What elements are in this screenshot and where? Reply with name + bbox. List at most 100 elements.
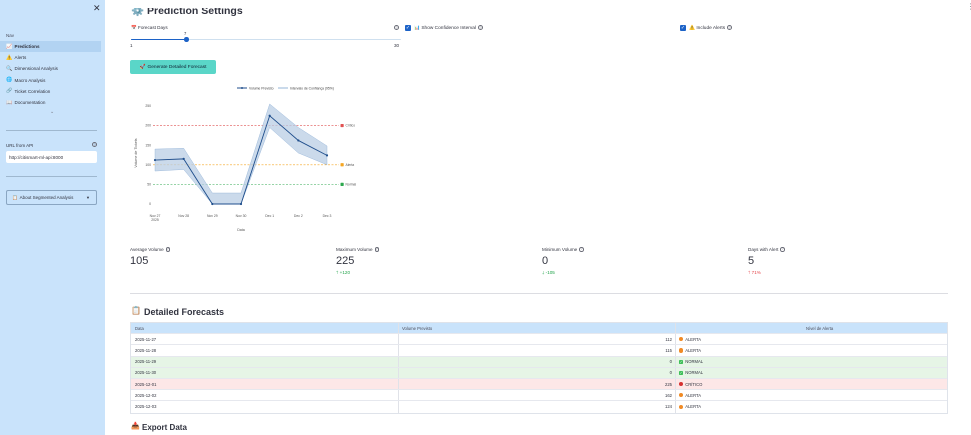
- slider-max-label: 30: [394, 43, 400, 48]
- data-point: [297, 139, 300, 142]
- cell-date: 2025-11-28: [131, 345, 399, 356]
- forecast-days-slider-fill: [131, 38, 186, 40]
- clipboard-icon: 📋: [131, 306, 141, 315]
- y-axis-label: Volume de Tickets: [134, 138, 138, 167]
- cell-volume: 115: [399, 345, 676, 356]
- cell-alert-level: ALERTA: [676, 334, 947, 344]
- cell-volume: 124: [399, 401, 676, 413]
- warning-icon: ⚠️: [6, 54, 13, 61]
- rocket-icon: 🚀: [139, 64, 146, 70]
- threshold-label: Crítico: [346, 124, 356, 128]
- inbox-tray-icon: 📥: [131, 423, 140, 430]
- metric-label: Maximum Volume: [336, 247, 373, 252]
- column-header-volume[interactable]: Volume Previsto: [399, 323, 676, 334]
- cell-alert-level: CRÍTICO: [676, 379, 947, 389]
- link-icon: 🔗: [6, 88, 13, 95]
- green-check-icon: ✓: [679, 370, 684, 375]
- table-row[interactable]: 2025-12-01 225 CRÍTICO: [131, 378, 947, 391]
- cell-date: 2025-11-30: [131, 367, 399, 378]
- expander-label: About Segmented Analysis: [19, 195, 74, 200]
- orange-circle-icon: [679, 348, 684, 353]
- sidebar-item-dimensional-analysis[interactable]: 🔍 Dimensional Analysis: [0, 63, 101, 74]
- forecast-days-label: 📅 Forecast Days: [131, 25, 168, 30]
- sidebar-item-predictions[interactable]: 📈 Predictions: [0, 41, 101, 53]
- table-row[interactable]: 2025-12-02 162 ALERTA: [131, 390, 947, 402]
- clipboard-icon: 📋: [12, 194, 18, 200]
- x-tick-label: Dec 2: [294, 214, 303, 218]
- sidebar-item-label: Documentation: [14, 100, 46, 106]
- y-tick-label: 100: [145, 163, 151, 167]
- main-menu-icon[interactable]: ⋮: [967, 2, 971, 11]
- threshold-label: Normal: [346, 183, 357, 187]
- help-icon[interactable]: ?: [727, 25, 732, 30]
- help-icon[interactable]: ?: [165, 247, 171, 252]
- help-icon[interactable]: ?: [780, 247, 785, 252]
- cell-alert-level: ALERTA: [676, 390, 947, 400]
- x-axis-label: Data: [237, 228, 245, 232]
- help-icon[interactable]: ?: [374, 247, 380, 252]
- metric-days-with-alert: Days with Alert? 5 🡑 71%: [748, 247, 785, 277]
- threshold-marker: [340, 123, 344, 128]
- y-tick-label: 150: [145, 143, 151, 147]
- globe-icon: 🌐: [6, 77, 13, 84]
- table-row[interactable]: 2025-11-28 115 ALERTA: [131, 345, 947, 357]
- metric-minimum-volume: Minimum Volume? 0 🡓 -105: [542, 247, 584, 277]
- green-check-icon: ✓: [679, 359, 684, 364]
- column-header-date[interactable]: Data: [131, 323, 399, 334]
- help-icon[interactable]: ?: [579, 247, 584, 252]
- api-url-input[interactable]: [6, 151, 97, 163]
- show-confidence-interval-checkbox[interactable]: ✓: [405, 25, 411, 31]
- confidence-interval-band: [154, 103, 328, 205]
- table-row[interactable]: 2025-11-30 0 ✓ NORMAL: [131, 367, 947, 379]
- include-alerts-checkbox[interactable]: ✓: [680, 25, 686, 31]
- metric-label: Average Volume: [130, 247, 164, 252]
- help-icon[interactable]: ?: [478, 25, 483, 30]
- x-tick-label: 2025: [151, 218, 159, 222]
- metric-label: Days with Alert: [748, 247, 779, 252]
- sidebar-item-label: Dimensional Analysis: [14, 66, 58, 72]
- cell-date: 2025-11-27: [131, 334, 399, 345]
- cell-date: 2025-12-01: [131, 378, 399, 390]
- forecast-days-slider-thumb[interactable]: [184, 37, 189, 42]
- data-point: [268, 114, 271, 117]
- magnifier-icon: 🔍: [6, 65, 13, 72]
- book-icon: 📖: [6, 99, 13, 106]
- detailed-forecasts-table[interactable]: Data Volume Previsto Nível de Alerta 202…: [130, 322, 948, 414]
- legend-label: Intervalo de Confiança (95%): [290, 86, 334, 90]
- cell-alert-level: ALERTA: [676, 345, 947, 355]
- cell-volume: 0: [399, 356, 676, 367]
- cell-date: 2025-12-02: [131, 390, 399, 401]
- cell-alert-level: ✓ NORMAL: [679, 359, 704, 365]
- x-tick-label: Nov 28: [178, 214, 189, 218]
- table-row[interactable]: 2025-12-03 124 ALERTA: [131, 401, 947, 413]
- arrow-down-icon: 🡓: [542, 270, 545, 275]
- table-row[interactable]: 2025-11-27 112 ALERTA: [131, 334, 947, 346]
- bar-chart-icon: 📊: [414, 25, 420, 31]
- show-confidence-interval-label: 📊 Show Confidence Interval: [414, 25, 476, 31]
- sidebar-item-macro-analysis[interactable]: 🌐 Macro Analysis: [0, 75, 101, 86]
- sidebar-item-alerts[interactable]: ⚠️ Alerts: [0, 52, 101, 63]
- section-divider: [130, 293, 948, 294]
- legend-label: Volume Previsto: [249, 86, 274, 90]
- y-tick-label: 250: [145, 104, 151, 108]
- sidebar-item-documentation[interactable]: 📖 Documentation: [0, 97, 101, 108]
- table-row[interactable]: 2025-11-29 0 ✓ NORMAL: [131, 356, 947, 368]
- chevron-down-icon: ▼: [86, 195, 90, 200]
- column-header-alert-level[interactable]: Nível de Alerta: [676, 323, 947, 333]
- close-sidebar-icon[interactable]: ✕: [93, 3, 101, 14]
- slider-min-label: 1: [130, 43, 133, 48]
- orange-circle-icon: [679, 337, 684, 342]
- sidebar-item-ticket-correlation[interactable]: 🔗 Ticket Correlation: [0, 86, 101, 97]
- detailed-forecasts-title: Detailed Forecasts: [144, 307, 225, 317]
- nav-list: 📈 Predictions ⚠️ Alerts 🔍 Dimensional An…: [0, 41, 101, 108]
- settings-icon: ⚙️: [131, 5, 145, 17]
- orange-circle-icon: [679, 404, 684, 409]
- cell-volume: 112: [399, 334, 676, 345]
- metric-delta: 🡑 71%: [748, 270, 761, 275]
- generate-forecast-button[interactable]: 🚀 Generate Detailed Forecast: [130, 60, 216, 74]
- help-icon[interactable]: ?: [92, 142, 97, 147]
- threshold-marker: [340, 182, 344, 186]
- about-segmented-analysis-expander[interactable]: 📋 About Segmented Analysis ▼: [6, 190, 97, 205]
- help-icon[interactable]: ?: [394, 25, 399, 30]
- scroll-indicator-icon[interactable]: ⌄: [50, 109, 54, 115]
